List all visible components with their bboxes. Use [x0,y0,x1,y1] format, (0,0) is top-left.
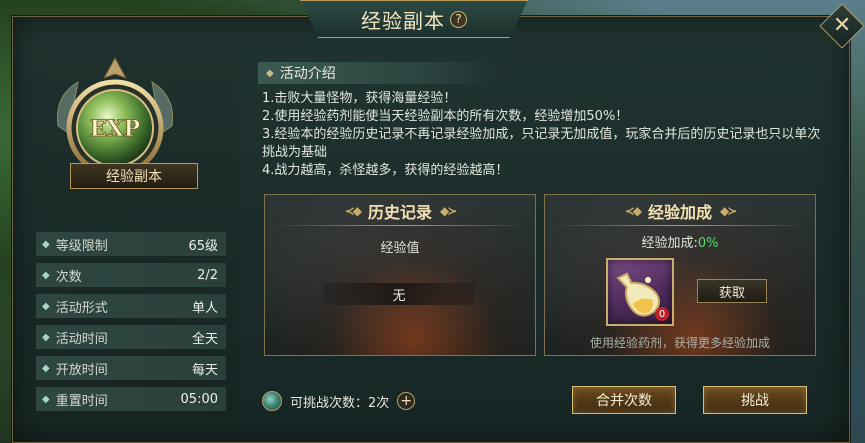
bonus-panel: ≺◆ 经验加成 ◆≻ 经验加成:0% 0 获取 使用经验药剂，获得更多经验加成 [544,194,816,356]
stat-row-open: ◆ 开放时间 每天 [36,356,226,380]
stat-label: 活动形式 [55,300,108,316]
stat-value: 65级 [188,238,218,254]
history-value: 无 [323,283,475,305]
window-title: 经验副本 [361,8,445,33]
arrow-icon: ◆ [42,300,50,312]
stat-value: 每天 [191,362,218,378]
arrow-icon: ◆ [42,331,50,343]
intro-tab-label: 活动介绍 [279,66,336,82]
ornament-right-icon: ◆≻ [440,204,457,218]
stat-value: 全天 [191,331,218,347]
merge-count-button[interactable]: 合并次数 [572,386,676,414]
stat-label: 活动时间 [55,331,108,347]
history-title-text: 历史记录 [367,203,432,222]
bonus-line: 经验加成:0% [545,232,815,251]
divider [553,225,809,226]
divider [273,225,529,226]
stat-value: 2/2 [197,267,218,283]
stat-row-level: ◆ 等级限制 65级 [36,232,226,256]
intro-line: 4.战力越高，杀怪越多，获得的经验越高！ [262,163,509,178]
stat-label: 开放时间 [55,362,108,378]
history-title: ≺◆ 历史记录 ◆≻ [265,199,535,223]
stat-row-mode: ◆ 活动形式 单人 [36,294,226,318]
intro-line: 2.使用经验药剂能使当天经验副本的所有次数，经验增加50%！ [262,109,629,124]
diamond-icon: ◆ [266,67,274,79]
challenge-count-row: 可挑战次数： 2次 + [262,390,416,412]
gem-icon [262,391,282,411]
get-potion-button[interactable]: 获取 [697,279,767,303]
stat-label: 重置时间 [55,393,108,409]
emblem-text: EXP [90,116,140,142]
title-plate: 经验副本 ? [300,0,528,38]
arrow-icon: ◆ [42,238,50,250]
bonus-label: 经验加成: [641,236,698,251]
stat-row-count: ◆ 次数 2/2 [36,263,226,287]
bonus-percent: 0% [697,236,719,251]
potion-slot[interactable]: 0 [606,258,674,326]
intro-tab: ◆ 活动介绍 [258,62,494,84]
challenges-label: 可挑战次数： [290,395,369,411]
stat-label: 等级限制 [55,238,108,254]
stat-value: 05:00 [180,391,218,407]
close-x-icon: ✕ [832,13,852,38]
add-challenges-button[interactable]: + [397,392,416,410]
history-panel: ≺◆ 历史记录 ◆≻ 经验值 无 [264,194,536,356]
bonus-hint: 使用经验药剂，获得更多经验加成 [589,336,770,350]
ornament-right-icon: ◆≻ [720,204,737,218]
arrow-icon: ◆ [42,393,50,405]
intro-line: 3.经验本的经验历史记录不再记录经验加成，只记录无加成值，玩家合并后的历史记录也… [262,127,821,160]
stat-value: 单人 [191,300,218,316]
intro-line: 1.击败大量怪物，获得海量经验！ [262,91,457,106]
arrow-icon: ◆ [42,269,50,281]
emblem-name-label: 经验副本 [70,163,198,189]
bonus-title: ≺◆ 经验加成 ◆≻ [545,199,815,223]
challenge-button[interactable]: 挑战 [703,386,807,414]
stat-label: 次数 [55,269,82,285]
history-label: 经验值 [380,241,420,256]
intro-text: 1.击败大量怪物，获得海量经验！ 2.使用经验药剂能使当天经验副本的所有次数，经… [262,90,822,180]
ornament-left-icon: ≺◆ [624,204,642,218]
question-mark-icon[interactable]: ? [450,10,467,28]
potion-count-badge: 0 [655,307,669,321]
challenges-value: 2次 [368,395,390,411]
bonus-title-text: 经验加成 [647,203,712,222]
stat-row-time: ◆ 活动时间 全天 [36,325,226,349]
arrow-icon: ◆ [42,362,50,374]
ornament-left-icon: ≺◆ [344,204,362,218]
stat-row-reset: ◆ 重置时间 05:00 [36,387,226,411]
